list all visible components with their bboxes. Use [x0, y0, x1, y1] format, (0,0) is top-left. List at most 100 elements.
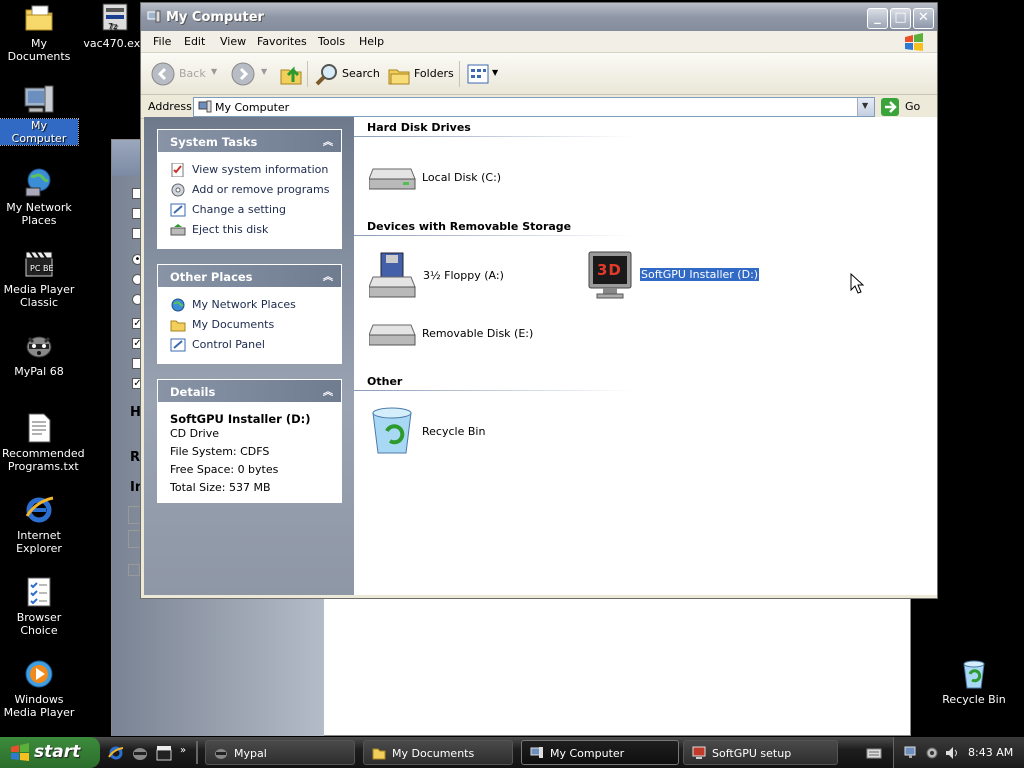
desktop-icon-internet-explorer[interactable]: Internet Explorer — [0, 494, 78, 555]
address-dropdown-button[interactable]: ▼ — [857, 98, 874, 116]
details-header[interactable]: Details ︽ — [158, 380, 341, 402]
clock[interactable]: 8:43 AM — [968, 746, 1013, 759]
drive-removable-e[interactable]: Removable Disk (E:) — [369, 315, 533, 355]
other-places-panel: Other Places ︽ My Network Places My Docu… — [157, 264, 342, 364]
recycle-bin-icon — [958, 658, 990, 690]
views-button[interactable]: ▼ — [465, 61, 501, 87]
clapperboard-icon[interactable] — [156, 745, 172, 761]
menu-tools[interactable]: Tools — [318, 35, 345, 48]
go-button[interactable]: Go — [881, 97, 927, 117]
menu-bar: File Edit View Favorites Tools Help — [141, 31, 937, 53]
desktop-icon-browser-choice[interactable]: Browser Choice — [0, 576, 78, 637]
desktop-icon-my-computer[interactable]: My Computer — [0, 84, 79, 146]
task-pane: System Tasks ︽ View system information A… — [144, 117, 354, 595]
desktop-icon-media-player-classic[interactable]: PC BE Media Player Classic — [0, 248, 78, 309]
quick-launch-chevron-icon[interactable]: » — [180, 745, 186, 756]
task-change-setting[interactable]: Change a setting — [158, 200, 341, 220]
desktop-icon-recycle-bin[interactable]: Recycle Bin — [935, 658, 1013, 706]
forward-button[interactable]: ▼ — [231, 61, 267, 87]
keyboard-icon[interactable] — [866, 746, 882, 760]
desktop-icon-label: My Network Places — [6, 201, 72, 227]
drive-label: SoftGPU Installer (D:) — [638, 267, 761, 282]
go-arrow-icon — [881, 98, 899, 116]
my-computer-window[interactable]: My Computer _ □ ✕ File Edit View Favorit… — [140, 2, 938, 599]
go-label: Go — [905, 100, 921, 113]
setup-input[interactable] — [128, 564, 140, 576]
mouse-cursor-icon — [850, 273, 864, 294]
desktop-icon-recommended-programs[interactable]: Recommended Programs.txt — [0, 412, 85, 473]
network-monitor-icon[interactable] — [904, 745, 920, 761]
taskbar: start » Mypal My Documents My Computer S… — [0, 737, 1024, 768]
up-folder-icon[interactable] — [279, 62, 303, 86]
hard-disk-icon — [369, 168, 416, 190]
folders-button[interactable]: Folders — [385, 61, 455, 87]
close-icon: ✕ — [918, 10, 929, 25]
place-my-documents[interactable]: My Documents — [158, 315, 341, 335]
removable-disk-icon — [369, 324, 416, 346]
item-recycle-bin[interactable]: Recycle Bin — [369, 405, 519, 455]
details-panel: Details ︽ SoftGPU Installer (D:) CD Driv… — [157, 379, 342, 503]
forward-arrow-icon — [231, 62, 255, 86]
menu-file[interactable]: File — [153, 35, 171, 48]
taskbar-task-my-documents[interactable]: My Documents — [363, 740, 513, 765]
setup-monitor-icon — [692, 746, 706, 759]
drive-local-disk-c[interactable]: Local Disk (C:) — [369, 157, 509, 197]
taskbar-task-my-computer[interactable]: My Computer — [521, 740, 679, 765]
system-tray: 8:43 AM — [893, 737, 1024, 768]
checklist-icon — [23, 576, 55, 608]
control-panel-icon — [170, 203, 186, 217]
drive-label: Removable Disk (E:) — [422, 327, 534, 340]
desktop-icon-my-network-places[interactable]: My Network Places — [0, 166, 78, 227]
drive-floppy-a[interactable]: 3½ Floppy (A:) — [369, 251, 519, 301]
desktop-icon-mypal[interactable]: MyPal 68 — [0, 330, 78, 378]
address-label: Address — [148, 100, 192, 113]
menu-favorites[interactable]: Favorites — [257, 35, 307, 48]
desktop-icon-label: My Computer — [0, 118, 79, 146]
taskbar-task-mypal[interactable]: Mypal — [205, 740, 355, 765]
desktop-icon-label: MyPal 68 — [14, 365, 64, 378]
minimize-button[interactable]: _ — [867, 8, 888, 29]
raccoon-icon[interactable] — [132, 745, 148, 761]
menu-help[interactable]: Help — [359, 35, 384, 48]
other-places-header[interactable]: Other Places ︽ — [158, 265, 341, 287]
windows-logo-icon — [11, 743, 29, 761]
drive-softgpu-installer-d[interactable]: 3D SoftGPU Installer (D:) — [587, 250, 787, 302]
desktop-icon-label: Browser Choice — [16, 611, 62, 637]
group-divider — [354, 235, 634, 236]
eject-disk-icon — [170, 224, 186, 236]
desktop-icon-windows-media-player[interactable]: Windows Media Player — [0, 658, 78, 719]
menu-edit[interactable]: Edit — [184, 35, 205, 48]
search-button[interactable]: Search — [313, 61, 380, 87]
system-tasks-header[interactable]: System Tasks ︽ — [158, 130, 341, 152]
task-label: SoftGPU setup — [712, 747, 792, 760]
window-titlebar[interactable]: My Computer _ □ ✕ — [141, 3, 937, 31]
collapse-chevron-icon[interactable]: ︽ — [323, 133, 333, 148]
place-my-network-places[interactable]: My Network Places — [158, 295, 341, 315]
collapse-chevron-icon[interactable]: ︽ — [323, 383, 333, 398]
address-input[interactable]: My Computer ▼ — [193, 97, 875, 117]
task-eject-disk[interactable]: Eject this disk — [158, 220, 341, 240]
desktop-icon-label: Recommended Programs.txt — [2, 447, 85, 473]
menu-view[interactable]: View — [220, 35, 246, 48]
desktop-icon-my-documents[interactable]: My Documents — [0, 2, 78, 63]
internet-explorer-icon — [23, 494, 55, 526]
computer-icon — [198, 100, 212, 113]
softgpu-badge: 3D — [597, 261, 622, 279]
back-button[interactable]: Back ▼ — [151, 61, 218, 87]
panel-title: Other Places — [170, 270, 253, 284]
add-remove-programs-icon — [171, 183, 185, 197]
collapse-chevron-icon[interactable]: ︽ — [323, 268, 333, 283]
settings-gear-icon[interactable] — [924, 745, 940, 761]
task-add-remove-programs[interactable]: Add or remove programs — [158, 180, 341, 200]
task-view-system-info[interactable]: View system information — [158, 160, 341, 180]
chevron-down-icon: ▼ — [211, 67, 218, 76]
place-control-panel[interactable]: Control Panel — [158, 335, 341, 355]
taskbar-task-softgpu-setup[interactable]: SoftGPU setup — [683, 740, 838, 765]
close-button[interactable]: ✕ — [913, 8, 934, 29]
maximize-button[interactable]: □ — [890, 8, 911, 29]
volume-speaker-icon[interactable] — [944, 745, 960, 761]
internet-explorer-icon[interactable] — [108, 745, 124, 761]
back-label: Back — [179, 67, 206, 80]
start-button[interactable]: start — [0, 737, 100, 768]
folders-label: Folders — [414, 67, 454, 80]
